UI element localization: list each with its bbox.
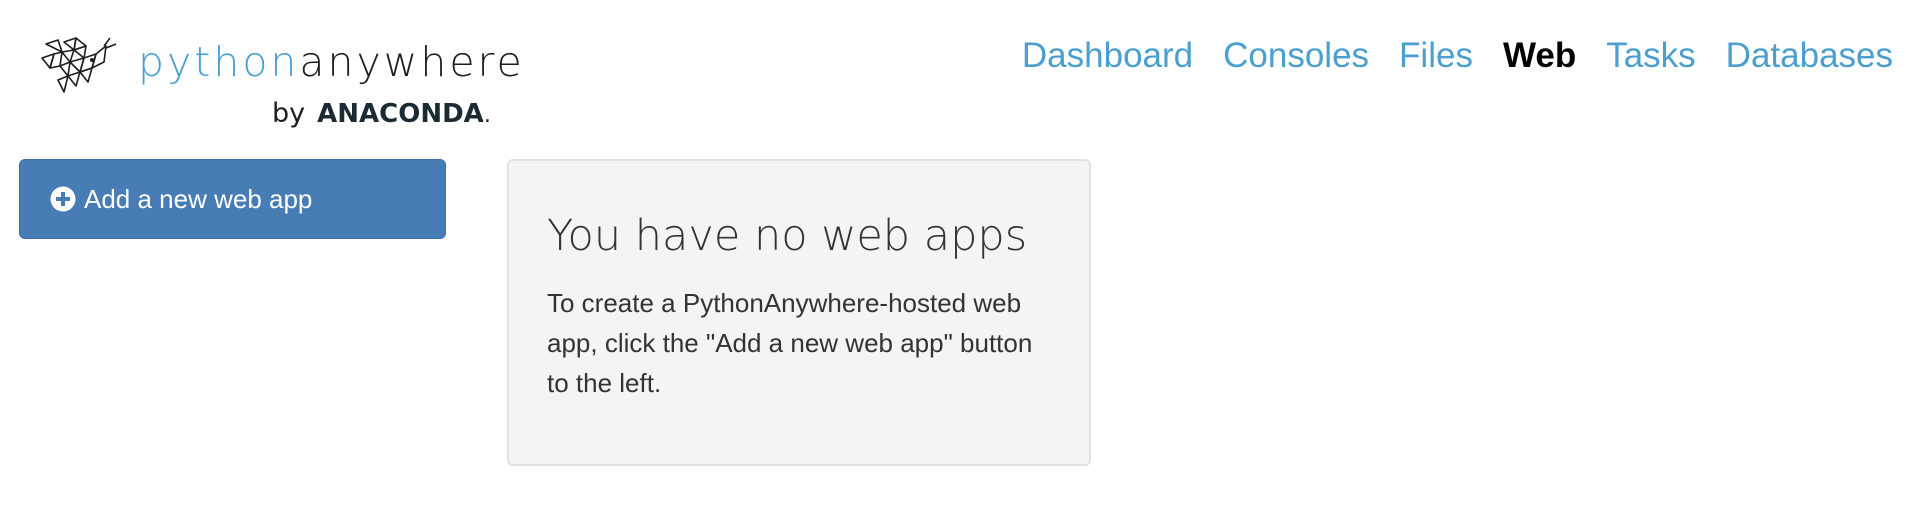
brand-logo[interactable]: pythonanywhere by ANACONDA. (40, 36, 522, 132)
empty-state-text: To create a PythonAnywhere-hosted web ap… (547, 288, 1033, 398)
nav-databases[interactable]: Databases (1711, 32, 1908, 80)
plus-circle-icon (50, 186, 76, 212)
brand-word-anywhere: anywhere (299, 38, 525, 86)
nav-files[interactable]: Files (1384, 32, 1488, 80)
brand-word-python: python (138, 38, 300, 86)
nav-web[interactable]: Web (1488, 32, 1591, 80)
nav-consoles[interactable]: Consoles (1208, 32, 1384, 80)
brand-company: ANACONDA (317, 99, 484, 129)
add-web-app-button[interactable]: Add a new web app (19, 159, 446, 239)
add-web-app-label: Add a new web app (84, 183, 313, 214)
empty-state-title: You have no web apps (547, 211, 1028, 261)
brand-wordmark: pythonanywhere (138, 38, 525, 86)
nav-tasks[interactable]: Tasks (1591, 32, 1710, 80)
brand-company-dot: . (483, 98, 492, 128)
page: pythonanywhere by ANACONDA. Dashboard Con… (0, 0, 1928, 510)
brand-by: by (272, 98, 306, 129)
nav-dashboard[interactable]: Dashboard (1007, 32, 1208, 80)
pythonanywhere-logo-icon (41, 37, 117, 93)
main-nav: Dashboard Consoles Files Web Tasks Datab… (1007, 32, 1908, 80)
brand-byline: by ANACONDA. (272, 94, 491, 137)
empty-state-panel: You have no web apps To create a PythonA… (507, 159, 1091, 466)
